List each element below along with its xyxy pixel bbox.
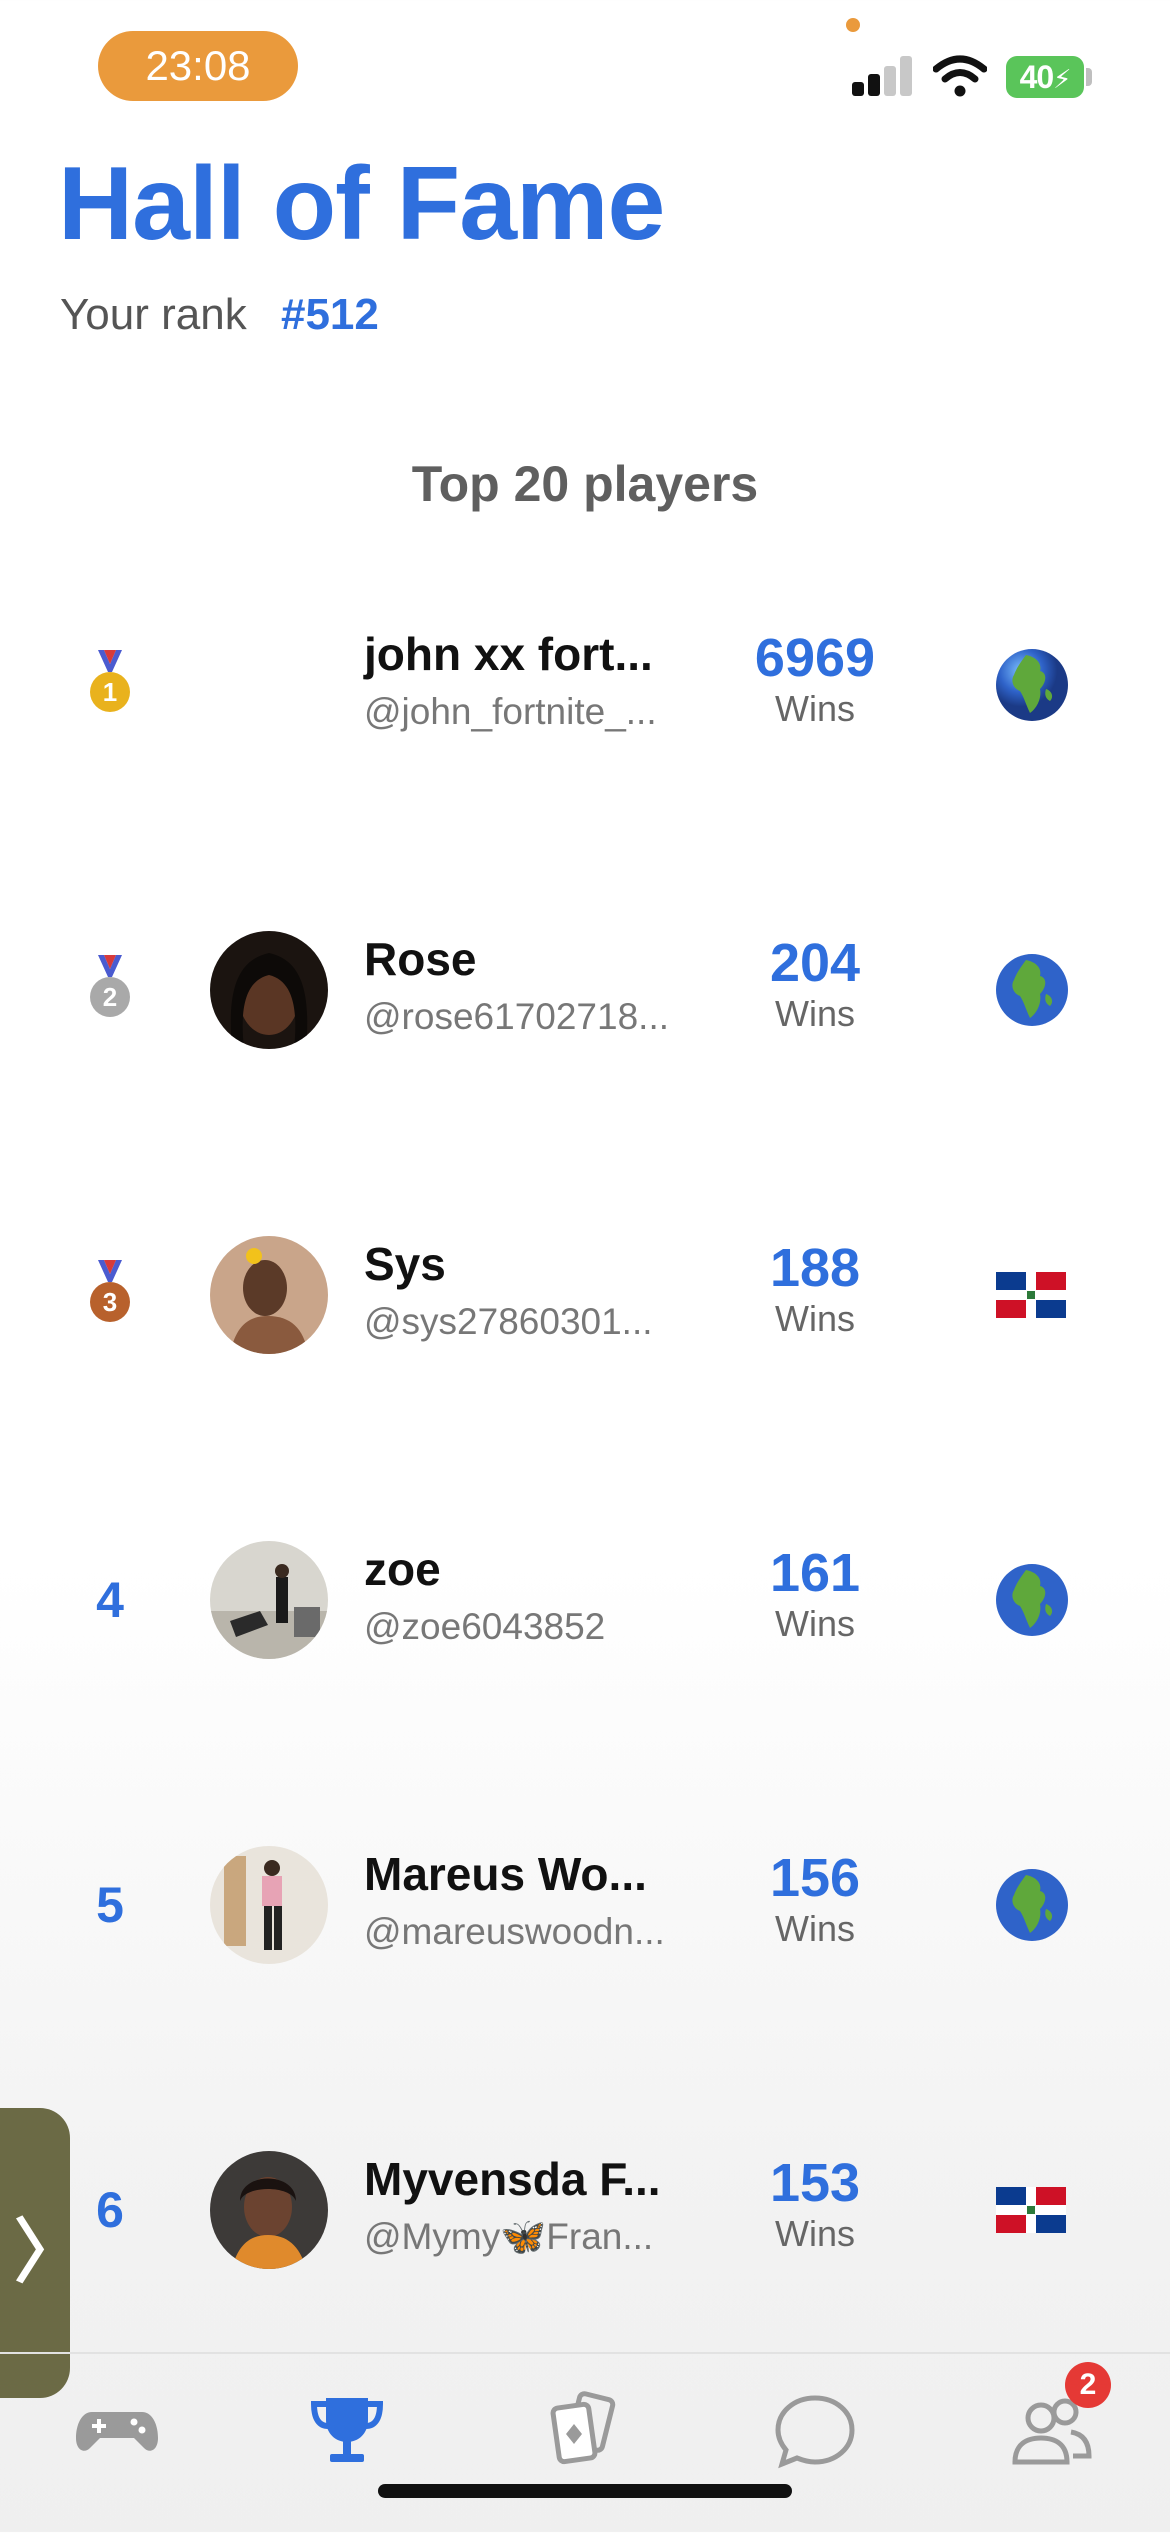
flag-dominican-republic-icon: [996, 1259, 1068, 1331]
player-name: Sys: [364, 1238, 446, 1290]
leaderboard-row[interactable]: 2 Rose @rose61702718... 204 Wins: [0, 890, 1170, 1090]
flag-dominican-republic-icon: [996, 2174, 1068, 2246]
trophy-icon[interactable]: [302, 2384, 392, 2474]
player-handle: @rose61702718...: [364, 996, 669, 1037]
wins-number: 161: [769, 1543, 861, 1603]
tab-bar: [0, 2352, 1170, 2534]
page-title: Hall of Fame: [58, 146, 665, 262]
wins-label: Wins: [775, 1298, 855, 1339]
player-name: john xx fort...: [364, 628, 653, 680]
medal-rank: 1: [90, 672, 130, 712]
player-handle: @zoe6043852: [364, 1606, 606, 1647]
avatar[interactable]: [210, 1236, 328, 1354]
wins-number: 6969: [754, 628, 876, 688]
player-handle: @sys27860301...: [364, 1301, 653, 1342]
wins-label: Wins: [775, 993, 855, 1034]
battery-cap: [1086, 68, 1092, 86]
wins-count: 6969 Wins: [700, 627, 930, 729]
silver-medal-icon: 2: [88, 955, 132, 1025]
avatar[interactable]: [210, 1541, 328, 1659]
leaderboard-row[interactable]: 5 Mareus Wo... @mareuswoodn... 156 Wins: [0, 1805, 1170, 2005]
chat-icon[interactable]: [770, 2384, 860, 2474]
user-rank: Your rank #512: [60, 290, 379, 340]
wins-count: 156 Wins: [700, 1847, 930, 1949]
rank-cell: 4: [70, 1565, 150, 1635]
rank-cell: 5: [70, 1870, 150, 1940]
leaderboard-row[interactable]: 4 zoe @zoe6043852 161 Wins: [0, 1500, 1170, 1700]
globe-icon: [996, 954, 1068, 1026]
wins-label: Wins: [775, 2213, 855, 2254]
globe-icon: [996, 1564, 1068, 1636]
home-indicator[interactable]: [378, 2484, 792, 2498]
globe-icon: [996, 649, 1068, 721]
wins-count: 188 Wins: [700, 1237, 930, 1339]
friends-notification-badge: 2: [1065, 2362, 1111, 2408]
medal-rank: 3: [90, 1282, 130, 1322]
globe-icon: [996, 1869, 1068, 1941]
rank-cell: 2: [70, 955, 150, 1025]
wins-number: 188: [769, 1238, 861, 1298]
wifi-icon: [933, 55, 987, 97]
medal-rank: 2: [90, 977, 130, 1017]
rank-cell: 1: [70, 650, 150, 720]
player-name: zoe: [364, 1543, 441, 1595]
gold-medal-icon: 1: [88, 650, 132, 720]
wins-number: 156: [769, 1848, 861, 1908]
wins-label: Wins: [775, 688, 855, 729]
rank-cell: 3: [70, 1260, 150, 1330]
wins-count: 153 Wins: [700, 2152, 930, 2254]
leaderboard-row[interactable]: 6 Myvensda F... @Mymy🦋Fran... 153 Wins: [0, 2110, 1170, 2310]
avatar[interactable]: [210, 2151, 328, 2269]
player-name: Mareus Wo...: [364, 1848, 647, 1900]
user-rank-label: Your rank: [60, 290, 247, 339]
rank-number: 5: [96, 1877, 124, 1933]
wins-number: 153: [769, 2153, 861, 2213]
privacy-indicator-dot: [846, 18, 860, 32]
avatar[interactable]: [210, 931, 328, 1049]
avatar[interactable]: [210, 1846, 328, 1964]
rank-number: 4: [96, 1572, 124, 1628]
player-name: Rose: [364, 933, 477, 985]
user-rank-value: #512: [280, 290, 379, 339]
player-handle: @mareuswoodn...: [364, 1911, 665, 1952]
wins-count: 161 Wins: [700, 1542, 930, 1644]
status-time: 23:08: [98, 31, 298, 101]
player-handle: @Mymy🦋Fran...: [364, 2216, 654, 2257]
player-name: Myvensda F...: [364, 2153, 661, 2205]
leaderboard-row[interactable]: 3 Sys @sys27860301... 188 Wins: [0, 1195, 1170, 1395]
cellular-signal-icon: [852, 56, 914, 96]
battery-icon: 40⚡: [1006, 56, 1084, 98]
wins-label: Wins: [775, 1908, 855, 1949]
bronze-medal-icon: 3: [88, 1260, 132, 1330]
player-handle: @john_fortnite_...: [364, 691, 657, 732]
leaderboard-title: Top 20 players: [411, 456, 759, 512]
gamepad-icon[interactable]: [72, 2384, 162, 2474]
leaderboard-row[interactable]: 1 john xx fort... @john_fortnite_... 696…: [0, 585, 1170, 785]
wins-count: 204 Wins: [700, 932, 930, 1034]
battery-level: 40: [1019, 59, 1055, 95]
cards-icon[interactable]: [540, 2384, 630, 2474]
wins-number: 204: [769, 933, 861, 993]
chevron-right-icon: 〉: [14, 2213, 84, 2291]
wins-label: Wins: [775, 1603, 855, 1644]
